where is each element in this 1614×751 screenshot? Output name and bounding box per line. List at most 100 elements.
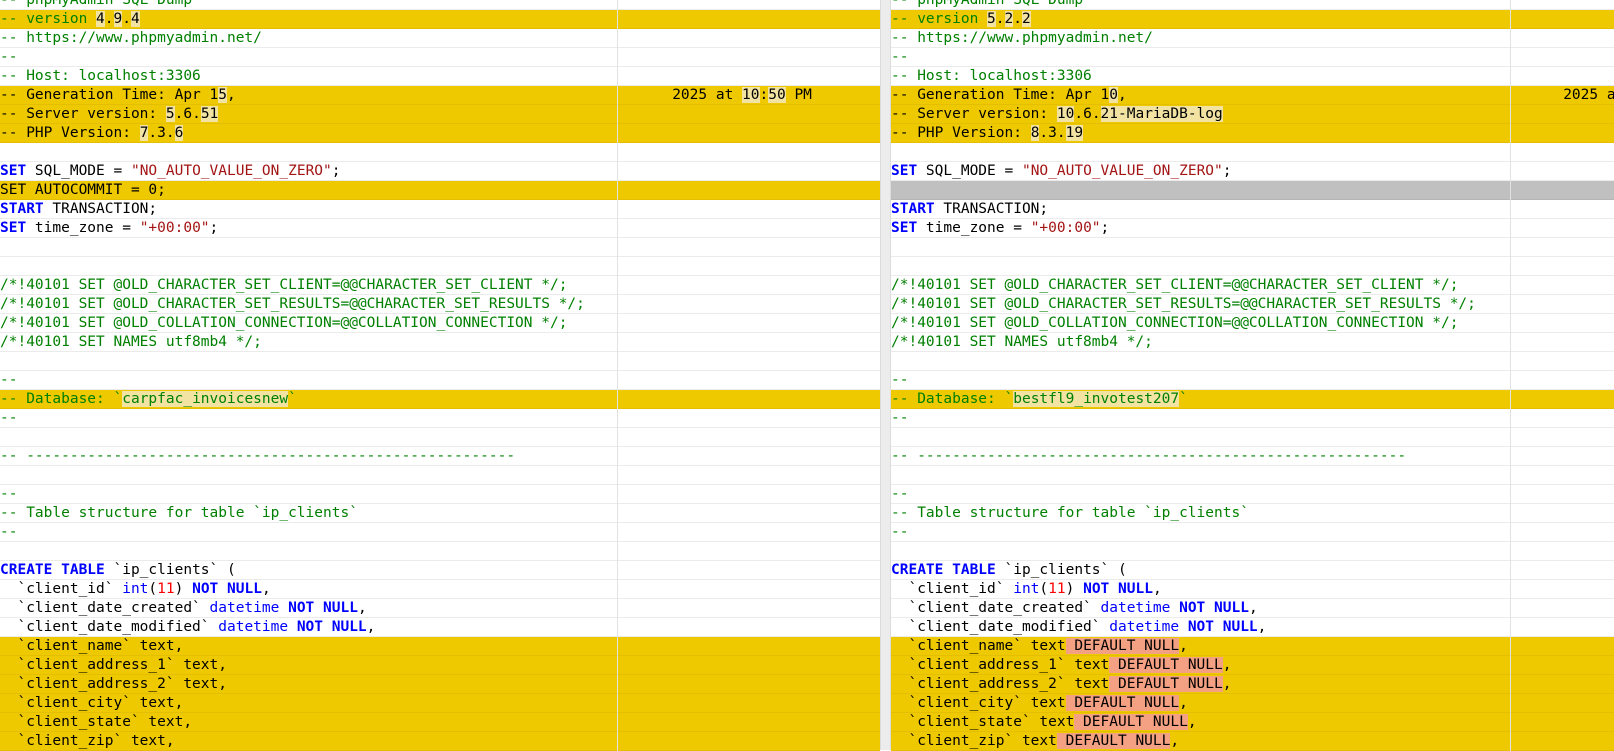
code-line[interactable]: `client_date_modified` datetime NOT NULL… bbox=[891, 618, 1614, 637]
code-token: `client_address_2` text, bbox=[0, 676, 227, 692]
code-token: `client_id` bbox=[891, 581, 1014, 597]
code-token: `client_name` text, bbox=[0, 638, 184, 654]
diff-changed-text: 2 bbox=[1004, 11, 1014, 27]
code-line[interactable]: SET time_zone = "+00:00"; bbox=[0, 219, 880, 238]
code-token: "+00:00" bbox=[139, 220, 210, 236]
code-line[interactable]: -- bbox=[891, 485, 1614, 504]
changed-line[interactable]: -- version 5.2.2 bbox=[891, 10, 1614, 29]
code-line[interactable]: -- phpMyAdmin SQL Dump bbox=[891, 0, 1614, 10]
changed-line[interactable]: `client_address_1` text DEFAULT NULL, bbox=[891, 656, 1614, 675]
code-token: .3. bbox=[1039, 125, 1066, 141]
code-line[interactable]: `client_id` int(11) NOT NULL, bbox=[0, 580, 880, 599]
code-line[interactable]: -- bbox=[891, 371, 1614, 390]
code-line[interactable]: `client_date_modified` datetime NOT NULL… bbox=[0, 618, 880, 637]
code-token: ` bbox=[1179, 391, 1188, 407]
code-line[interactable]: -- Host: localhost:3306 bbox=[0, 67, 880, 86]
code-token: "+00:00" bbox=[1030, 220, 1101, 236]
code-line[interactable]: -- bbox=[0, 409, 880, 428]
code-line[interactable] bbox=[0, 428, 880, 447]
code-line[interactable]: -- bbox=[0, 485, 880, 504]
code-line[interactable]: /*!40101 SET @OLD_CHARACTER_SET_CLIENT=@… bbox=[891, 276, 1614, 295]
code-line[interactable]: CREATE TABLE `ip_clients` ( bbox=[0, 561, 880, 580]
code-line[interactable] bbox=[891, 238, 1614, 257]
changed-line[interactable]: `client_address_1` text, bbox=[0, 656, 880, 675]
code-line[interactable]: -- bbox=[0, 523, 880, 542]
code-line[interactable]: -- Table structure for table `ip_clients… bbox=[891, 504, 1614, 523]
changed-line[interactable]: -- Server version: 5.6.51 bbox=[0, 105, 880, 124]
code-line[interactable]: -- Host: localhost:3306 bbox=[891, 67, 1614, 86]
code-line[interactable] bbox=[891, 466, 1614, 485]
code-line[interactable]: -- bbox=[891, 48, 1614, 67]
code-token: 1 bbox=[1100, 87, 1110, 103]
code-token: -- bbox=[891, 486, 909, 502]
changed-line[interactable]: -- PHP Version: 7.3.6 bbox=[0, 124, 880, 143]
changed-line[interactable]: `client_address_2` text DEFAULT NULL, bbox=[891, 675, 1614, 694]
code-line[interactable] bbox=[891, 542, 1614, 561]
code-line[interactable] bbox=[0, 143, 880, 162]
code-line[interactable] bbox=[0, 238, 880, 257]
code-line[interactable]: `client_id` int(11) NOT NULL, bbox=[891, 580, 1614, 599]
code-line[interactable]: -- bbox=[0, 371, 880, 390]
changed-line[interactable]: -- Generation Time: Apr 15, 2025 at 10:5… bbox=[0, 86, 880, 105]
code-line[interactable]: SET SQL_MODE = "NO_AUTO_VALUE_ON_ZERO"; bbox=[0, 162, 880, 181]
code-token: `client_date_created` bbox=[891, 600, 1101, 616]
code-token: time_zone = bbox=[917, 220, 1031, 236]
left-diff-pane[interactable]: -- phpMyAdmin SQL Dump -- version 4.9.4 --… bbox=[0, 0, 880, 751]
changed-line[interactable]: `client_state` text DEFAULT NULL, bbox=[891, 713, 1614, 732]
changed-line[interactable]: `client_zip` text DEFAULT NULL, bbox=[891, 732, 1614, 751]
diff-added-text: DEFAULT NULL bbox=[1065, 638, 1180, 654]
code-line[interactable]: /*!40101 SET NAMES utf8mb4 */; bbox=[891, 333, 1614, 352]
code-line[interactable]: -- -------------------------------------… bbox=[0, 447, 880, 466]
code-token: CREATE TABLE bbox=[0, 562, 105, 578]
changed-line[interactable]: -- Generation Time: Apr 10, 2025 at 09 bbox=[891, 86, 1614, 105]
code-line[interactable]: -- bbox=[0, 48, 880, 67]
changed-line[interactable]: `client_state` text, bbox=[0, 713, 880, 732]
code-line[interactable] bbox=[0, 257, 880, 276]
changed-line[interactable]: -- Server version: 10.6.21-MariaDB-log bbox=[891, 105, 1614, 124]
code-line[interactable]: /*!40101 SET @OLD_CHARACTER_SET_RESULTS=… bbox=[0, 295, 880, 314]
code-line[interactable]: CREATE TABLE `ip_clients` ( bbox=[891, 561, 1614, 580]
code-line[interactable]: /*!40101 SET @OLD_COLLATION_CONNECTION=@… bbox=[0, 314, 880, 333]
missing-line[interactable] bbox=[891, 181, 1614, 200]
code-line[interactable]: `client_date_created` datetime NOT NULL, bbox=[891, 599, 1614, 618]
code-line[interactable]: -- bbox=[891, 409, 1614, 428]
right-diff-pane[interactable]: -- phpMyAdmin SQL Dump -- version 5.2.2 --… bbox=[891, 0, 1614, 751]
changed-line[interactable]: SET AUTOCOMMIT = 0; bbox=[0, 181, 880, 200]
code-line[interactable]: /*!40101 SET @OLD_CHARACTER_SET_RESULTS=… bbox=[891, 295, 1614, 314]
code-line[interactable] bbox=[0, 542, 880, 561]
code-line[interactable]: -- bbox=[891, 523, 1614, 542]
code-line[interactable]: SET SQL_MODE = "NO_AUTO_VALUE_ON_ZERO"; bbox=[891, 162, 1614, 181]
code-line[interactable]: START TRANSACTION; bbox=[0, 200, 880, 219]
code-line[interactable]: -- https://www.phpmyadmin.net/ bbox=[891, 29, 1614, 48]
code-line[interactable]: `client_date_created` datetime NOT NULL, bbox=[0, 599, 880, 618]
changed-line[interactable]: -- Database: `carpfac_invoicesnew` bbox=[0, 390, 880, 409]
code-line[interactable]: /*!40101 SET NAMES utf8mb4 */; bbox=[0, 333, 880, 352]
code-line[interactable]: -- https://www.phpmyadmin.net/ bbox=[0, 29, 880, 48]
code-token: `client_address_1` text, bbox=[0, 657, 227, 673]
code-line[interactable]: -- Table structure for table `ip_clients… bbox=[0, 504, 880, 523]
code-line[interactable] bbox=[891, 428, 1614, 447]
changed-line[interactable]: `client_name` text, bbox=[0, 637, 880, 656]
code-line[interactable] bbox=[891, 143, 1614, 162]
code-line[interactable] bbox=[891, 257, 1614, 276]
code-line[interactable] bbox=[891, 352, 1614, 371]
code-line[interactable]: -- phpMyAdmin SQL Dump bbox=[0, 0, 880, 10]
code-line[interactable]: /*!40101 SET @OLD_COLLATION_CONNECTION=@… bbox=[891, 314, 1614, 333]
changed-line[interactable]: -- PHP Version: 8.3.19 bbox=[891, 124, 1614, 143]
changed-line[interactable]: `client_zip` text, bbox=[0, 732, 880, 751]
changed-line[interactable]: -- version 4.9.4 bbox=[0, 10, 880, 29]
changed-line[interactable]: `client_city` text, bbox=[0, 694, 880, 713]
changed-line[interactable]: `client_name` text DEFAULT NULL, bbox=[891, 637, 1614, 656]
code-line[interactable] bbox=[0, 352, 880, 371]
code-line[interactable]: -- -------------------------------------… bbox=[891, 447, 1614, 466]
changed-line[interactable]: -- Database: `bestfl9_invotest207` bbox=[891, 390, 1614, 409]
changed-line[interactable]: `client_address_2` text, bbox=[0, 675, 880, 694]
code-line[interactable]: START TRANSACTION; bbox=[891, 200, 1614, 219]
code-line[interactable] bbox=[0, 466, 880, 485]
code-line[interactable]: /*!40101 SET @OLD_CHARACTER_SET_CLIENT=@… bbox=[0, 276, 880, 295]
code-line[interactable]: SET time_zone = "+00:00"; bbox=[891, 219, 1614, 238]
changed-line[interactable]: `client_city` text DEFAULT NULL, bbox=[891, 694, 1614, 713]
pane-splitter[interactable] bbox=[880, 0, 891, 750]
